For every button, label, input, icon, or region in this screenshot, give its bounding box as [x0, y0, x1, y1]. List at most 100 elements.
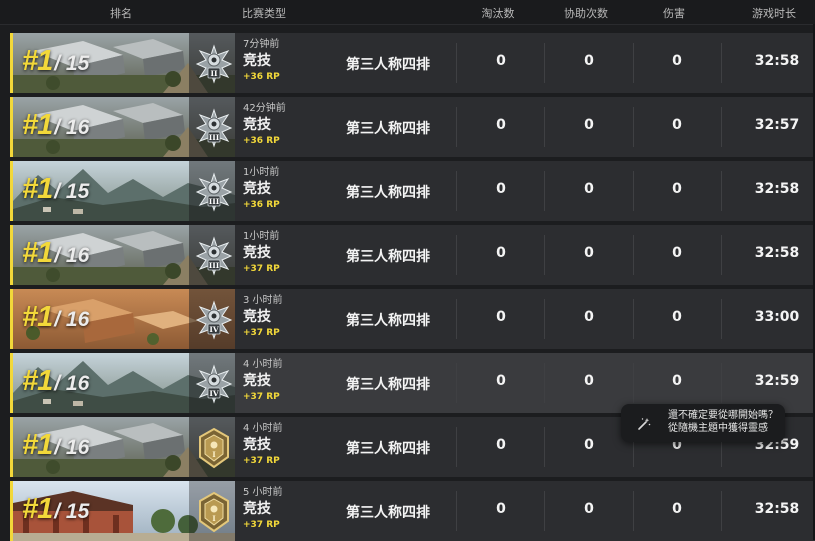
column-divider	[544, 427, 545, 467]
crystal-tier-badge-icon: III	[195, 236, 233, 276]
team-mode: 第三人称四排	[346, 57, 430, 73]
match-meta: 7分钟前 竞技 +36 RP	[243, 39, 333, 83]
match-meta: 4 小时前 竞技 +37 RP	[243, 359, 333, 403]
column-divider	[544, 43, 545, 83]
svg-text:I: I	[212, 514, 215, 523]
match-mode: 竞技	[243, 437, 271, 453]
match-row[interactable]: #1/ 15 I 5 小时前 竞技 +37 RP 第三人称四排 0 0 0 32…	[10, 481, 815, 541]
placement-total: / 15	[54, 500, 90, 523]
column-divider	[633, 235, 634, 275]
match-mode: 竞技	[243, 53, 271, 69]
match-mode: 竞技	[243, 181, 271, 197]
match-time: 5 小时前	[243, 487, 283, 498]
placement-rank: #1	[22, 429, 53, 461]
placement: #1/ 16	[22, 301, 89, 334]
column-divider	[456, 299, 457, 339]
placement-total: / 16	[54, 436, 90, 459]
header-rank: 排名	[110, 7, 132, 20]
column-divider	[721, 43, 722, 83]
column-divider	[544, 363, 545, 403]
kills-value: 0	[496, 501, 506, 517]
column-divider	[456, 107, 457, 147]
match-row[interactable]: #1/ 16 III 42分钟前 竞技 +36 RP 第三人称四排 0 0 0 …	[10, 97, 815, 157]
column-divider	[721, 363, 722, 403]
placement-total: / 15	[54, 180, 90, 203]
inspiration-tooltip[interactable]: 還不確定要從哪開始嗎？ 從隨機主題中獲得靈感	[621, 404, 785, 442]
match-time: 4 小时前	[243, 359, 283, 370]
crystal-tier-badge-icon: III	[195, 108, 233, 148]
placement-rank: #1	[22, 301, 53, 333]
header-kills: 淘汰数	[481, 7, 515, 20]
assists-value: 0	[584, 181, 594, 197]
svg-text:II: II	[210, 69, 218, 78]
match-row[interactable]: #1/ 16 III 1小时前 竞技 +37 RP 第三人称四排 0 0 0 3…	[10, 225, 815, 285]
column-divider	[633, 363, 634, 403]
match-meta: 3 小时前 竞技 +37 RP	[243, 295, 333, 339]
placement-total: / 16	[54, 116, 90, 139]
match-meta: 42分钟前 竞技 +36 RP	[243, 103, 333, 147]
match-mode: 竞技	[243, 501, 271, 517]
magic-wand-icon	[638, 418, 651, 430]
placement: #1/ 15	[22, 45, 89, 78]
column-divider	[456, 43, 457, 83]
placement-total: / 16	[54, 308, 90, 331]
match-meta: 1小时前 竞技 +36 RP	[243, 167, 333, 211]
column-divider	[456, 171, 457, 211]
column-divider	[721, 299, 722, 339]
team-mode: 第三人称四排	[346, 377, 430, 393]
kills-value: 0	[496, 117, 506, 133]
duration-value: 32:58	[754, 245, 800, 261]
placement: #1/ 16	[22, 365, 89, 398]
column-divider	[544, 299, 545, 339]
svg-text:I: I	[212, 450, 215, 459]
placement: #1/ 16	[22, 109, 89, 142]
placement-rank: #1	[22, 45, 53, 77]
rp-gain: +36 RP	[243, 200, 280, 210]
placement: #1/ 16	[22, 429, 89, 462]
damage-value: 0	[672, 373, 682, 389]
damage-value: 0	[672, 53, 682, 69]
damage-value: 0	[672, 117, 682, 133]
placement-total: / 16	[54, 372, 90, 395]
team-mode: 第三人称四排	[346, 249, 430, 265]
placement-rank: #1	[22, 173, 53, 205]
column-divider	[456, 363, 457, 403]
kills-value: 0	[496, 437, 506, 453]
match-row[interactable]: #1/ 16 IV 3 小时前 竞技 +37 RP 第三人称四排 0 0 0 3…	[10, 289, 815, 349]
damage-value: 0	[672, 245, 682, 261]
gold-tier-badge-icon: I	[199, 491, 229, 533]
crystal-tier-badge-icon: IV	[195, 300, 233, 340]
placement-rank: #1	[22, 237, 53, 269]
kills-value: 0	[496, 53, 506, 69]
column-divider	[544, 235, 545, 275]
table-header: 排名 比赛类型 淘汰数 协助次数 伤害 游戏时长	[0, 0, 815, 25]
tooltip-line-2: 從隨機主題中獲得靈感	[668, 423, 768, 434]
tooltip-line-1: 還不確定要從哪開始嗎？	[668, 410, 778, 421]
column-divider	[456, 427, 457, 467]
column-divider	[544, 491, 545, 531]
svg-text:III: III	[209, 197, 220, 206]
placement-rank: #1	[22, 109, 53, 141]
column-divider	[633, 171, 634, 211]
match-mode: 竞技	[243, 373, 271, 389]
match-meta: 4 小时前 竞技 +37 RP	[243, 423, 333, 467]
match-time: 7分钟前	[243, 39, 280, 50]
duration-value: 32:57	[754, 117, 800, 133]
rp-gain: +37 RP	[243, 520, 280, 530]
column-divider	[721, 235, 722, 275]
rp-gain: +36 RP	[243, 136, 280, 146]
gold-tier-badge-icon: I	[199, 427, 229, 469]
match-row[interactable]: #1/ 15 II 7分钟前 竞技 +36 RP 第三人称四排 0 0 0 32…	[10, 33, 815, 93]
crystal-tier-badge-icon: II	[195, 44, 233, 84]
match-row[interactable]: #1/ 15 III 1小时前 竞技 +36 RP 第三人称四排 0 0 0 3…	[10, 161, 815, 221]
assists-value: 0	[584, 501, 594, 517]
duration-value: 32:58	[754, 53, 800, 69]
match-time: 1小时前	[243, 167, 280, 178]
match-meta: 5 小时前 竞技 +37 RP	[243, 487, 333, 531]
rp-gain: +36 RP	[243, 72, 280, 82]
header-damage: 伤害	[663, 7, 685, 20]
team-mode: 第三人称四排	[346, 313, 430, 329]
placement-total: / 16	[54, 244, 90, 267]
match-time: 42分钟前	[243, 103, 286, 114]
column-divider	[544, 107, 545, 147]
